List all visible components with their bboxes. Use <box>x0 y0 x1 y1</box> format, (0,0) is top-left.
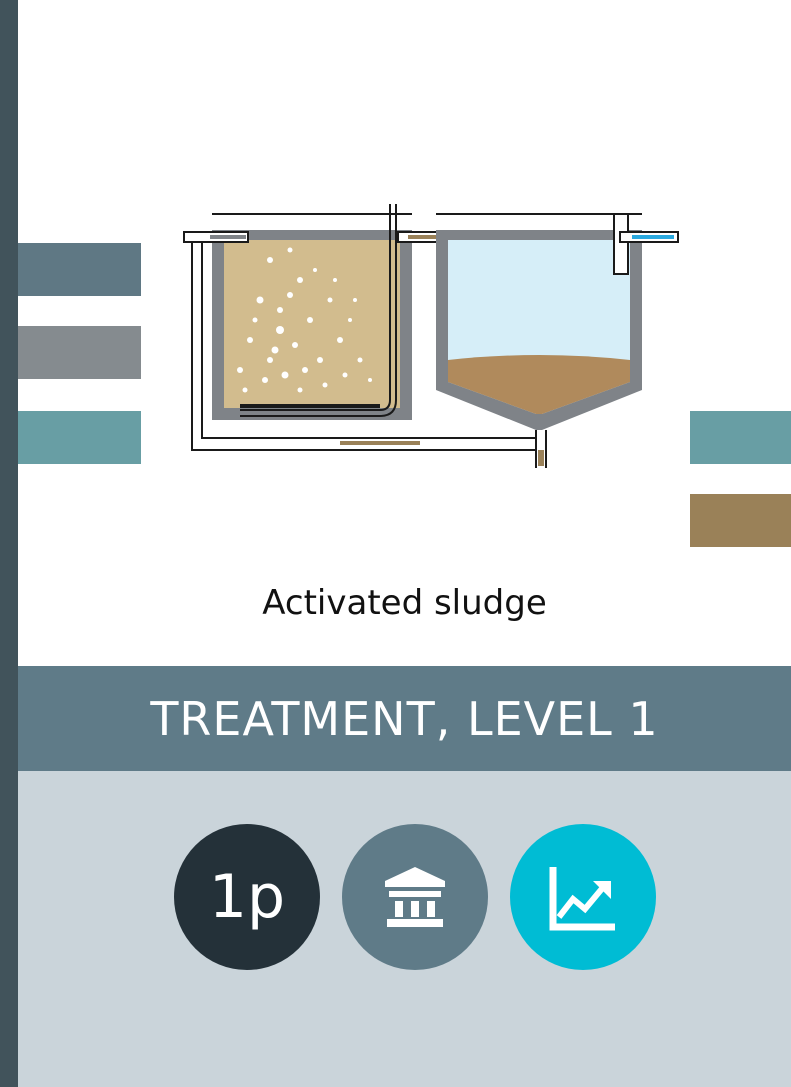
aeration-tank <box>212 214 412 420</box>
stripe-gray <box>18 326 141 379</box>
point-badge: 1p <box>174 824 320 970</box>
level-title: TREATMENT, LEVEL 1 <box>150 691 659 746</box>
stripe-teal-left <box>18 411 141 464</box>
activated-sludge-diagram <box>183 204 679 468</box>
stripe-brown <box>690 494 791 547</box>
level-band: TREATMENT, LEVEL 1 <box>18 666 791 771</box>
point-label: 1p <box>208 862 286 932</box>
inlet-pipe <box>183 231 249 243</box>
stripe-teal-right <box>690 411 791 464</box>
trend-badge <box>510 824 656 970</box>
outlet-pipe <box>613 213 679 275</box>
left-rail <box>0 0 18 1087</box>
diagram-caption: Activated sludge <box>262 583 547 623</box>
stripe-slate <box>18 243 141 296</box>
clarifier-tank <box>436 214 642 430</box>
trend-chart-icon <box>549 867 615 931</box>
institution-icon <box>385 867 445 927</box>
institution-badge <box>342 824 488 970</box>
